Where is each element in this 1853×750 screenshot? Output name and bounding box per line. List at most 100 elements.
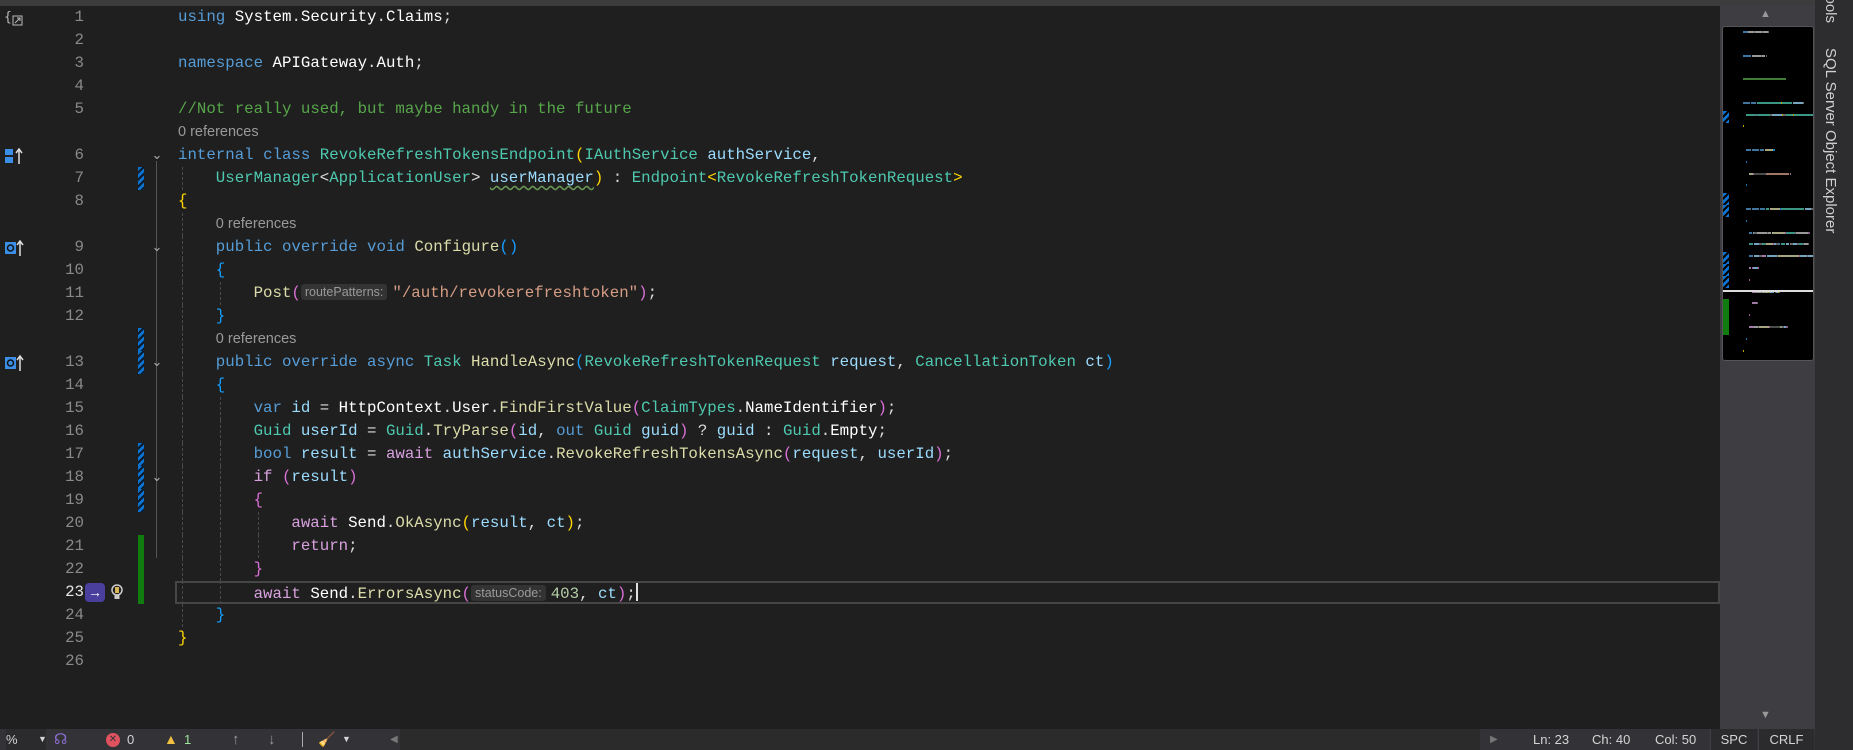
- line-number[interactable]: 22: [40, 560, 84, 578]
- code-text[interactable]: internal class RevokeRefreshTokensEndpoi…: [178, 146, 821, 165]
- code-token: Guid: [782, 422, 821, 440]
- code-text[interactable]: return;: [291, 537, 357, 556]
- scroll-left-arrow[interactable]: ◀: [390, 729, 398, 750]
- line-number[interactable]: 6: [40, 146, 84, 164]
- override-icon[interactable]: [4, 239, 26, 256]
- line-number[interactable]: 11: [40, 284, 84, 302]
- warning-icon[interactable]: ▲: [164, 729, 178, 750]
- line-number[interactable]: 17: [40, 445, 84, 463]
- line-number[interactable]: 7: [40, 169, 84, 187]
- code-token: ): [638, 284, 648, 302]
- line-indicator[interactable]: Ln: 23: [1533, 729, 1569, 750]
- line-number[interactable]: 24: [40, 606, 84, 624]
- code-text[interactable]: await Send.ErrorsAsync(statusCode: 403, c…: [254, 583, 638, 604]
- fold-chevron-icon[interactable]: ⌄: [150, 354, 164, 370]
- minimap-token: [1795, 231, 1809, 234]
- whitespace-mode-button[interactable]: SPC: [1710, 729, 1757, 750]
- code-text[interactable]: }: [254, 560, 263, 579]
- minimap-token: [1757, 302, 1759, 305]
- code-text[interactable]: //Not really used, but maybe handy in th…: [178, 100, 632, 119]
- code-token: <: [707, 169, 717, 187]
- line-number[interactable]: 9: [40, 238, 84, 256]
- line-endings-button[interactable]: CRLF: [1758, 729, 1814, 750]
- scroll-right-arrow[interactable]: ▶: [1490, 729, 1498, 750]
- code-text[interactable]: UserManager<ApplicationUser> userManager…: [216, 169, 963, 188]
- code-text[interactable]: namespace APIGateway.Auth;: [178, 54, 424, 73]
- references-codelens[interactable]: 0 references: [178, 124, 259, 140]
- code-token: }: [215, 606, 226, 624]
- line-number[interactable]: 14: [40, 376, 84, 394]
- code-text[interactable]: {: [216, 261, 225, 280]
- usings-icon[interactable]: {: [4, 9, 26, 26]
- minimap-token: [1772, 231, 1785, 234]
- code-token: result: [471, 514, 528, 532]
- code-text[interactable]: {: [216, 376, 225, 395]
- chevron-down-icon[interactable]: ▼: [342, 729, 351, 750]
- line-number[interactable]: 1: [40, 8, 84, 26]
- tools-tab[interactable]: Tools: [1822, 0, 1839, 23]
- line-number[interactable]: 15: [40, 399, 84, 417]
- line-number[interactable]: 23: [40, 583, 84, 601]
- references-codelens[interactable]: 0 references: [216, 216, 297, 232]
- warning-count[interactable]: 1: [184, 729, 191, 750]
- code-editor[interactable]: {1 using System.Security.Claims; 2 3 namespa…: [0, 6, 1720, 729]
- minimap-viewport-indicator[interactable]: [1723, 290, 1813, 292]
- code-text[interactable]: }: [216, 606, 225, 625]
- char-indicator[interactable]: Ch: 40: [1592, 729, 1630, 750]
- code-token: ;: [877, 422, 887, 440]
- code-line: 13 ⌄ public override async Task HandleAsyn…: [0, 351, 1720, 374]
- line-number[interactable]: 2: [40, 31, 84, 49]
- line-number[interactable]: 13: [40, 353, 84, 371]
- line-number[interactable]: 8: [40, 192, 84, 210]
- line-number[interactable]: 20: [40, 514, 84, 532]
- code-token: =: [357, 422, 386, 440]
- minimap[interactable]: [1722, 26, 1814, 361]
- line-number[interactable]: 26: [40, 652, 84, 670]
- code-text[interactable]: }: [178, 629, 187, 648]
- code-token: out: [556, 422, 585, 440]
- line-number[interactable]: 19: [40, 491, 84, 509]
- fold-chevron-icon[interactable]: ⌄: [150, 239, 164, 255]
- code-text[interactable]: using System.Security.Claims;: [178, 8, 452, 27]
- error-count[interactable]: 0: [127, 729, 134, 750]
- previous-issue-arrow-icon[interactable]: ↑: [232, 729, 240, 750]
- fold-chevron-icon[interactable]: ⌄: [150, 147, 164, 163]
- code-token: id: [291, 399, 311, 417]
- error-icon[interactable]: ✕: [106, 733, 120, 747]
- zoom-dropdown[interactable]: % ▼: [6, 729, 47, 750]
- fold-chevron-icon[interactable]: ⌄: [150, 469, 164, 485]
- line-number[interactable]: 10: [40, 261, 84, 279]
- code-text[interactable]: {: [178, 192, 187, 211]
- line-number[interactable]: 25: [40, 629, 84, 647]
- col-indicator[interactable]: Col: 50: [1655, 729, 1696, 750]
- references-codelens[interactable]: 0 references: [216, 331, 297, 347]
- scroll-up-arrow[interactable]: ▲: [1760, 8, 1771, 20]
- sql-server-object-explorer-tab[interactable]: SQL Server Object Explorer: [1822, 48, 1839, 233]
- code-text[interactable]: Post(routePatterns: "/auth/revokerefresht…: [254, 284, 657, 303]
- code-text[interactable]: if (result): [254, 468, 358, 487]
- code-text[interactable]: bool result = await authService.RevokeRe…: [254, 445, 953, 464]
- copilot-icon[interactable]: ☊: [54, 729, 67, 750]
- code-cleanup-broom-icon[interactable]: 🧹: [318, 729, 335, 750]
- override-icon[interactable]: [4, 354, 26, 371]
- horizontal-scrollbar[interactable]: ◀ ▶: [390, 729, 1498, 750]
- scroll-down-arrow[interactable]: ▼: [1760, 709, 1771, 721]
- line-number[interactable]: 12: [40, 307, 84, 325]
- class-implements-icon[interactable]: [4, 147, 26, 164]
- code-text[interactable]: }: [216, 307, 225, 326]
- line-number[interactable]: 21: [40, 537, 84, 555]
- code-text[interactable]: await Send.OkAsync(result, ct);: [291, 514, 584, 533]
- code-text[interactable]: {: [254, 491, 263, 510]
- next-statement-arrow-icon[interactable]: →: [85, 583, 105, 602]
- line-number[interactable]: 5: [40, 100, 84, 118]
- line-number[interactable]: 18: [40, 468, 84, 486]
- line-number[interactable]: 4: [40, 77, 84, 95]
- next-issue-arrow-icon[interactable]: ↓: [268, 729, 276, 750]
- lightbulb-icon[interactable]: [110, 583, 124, 602]
- code-text[interactable]: var id = HttpContext.User.FindFirstValue…: [254, 399, 897, 418]
- line-number[interactable]: 16: [40, 422, 84, 440]
- code-text[interactable]: public override async Task HandleAsync(R…: [216, 353, 1114, 372]
- line-number[interactable]: 3: [40, 54, 84, 72]
- code-text[interactable]: Guid userId = Guid.TryParse(id, out Guid…: [254, 422, 887, 441]
- code-text[interactable]: public override void Configure(): [216, 238, 519, 257]
